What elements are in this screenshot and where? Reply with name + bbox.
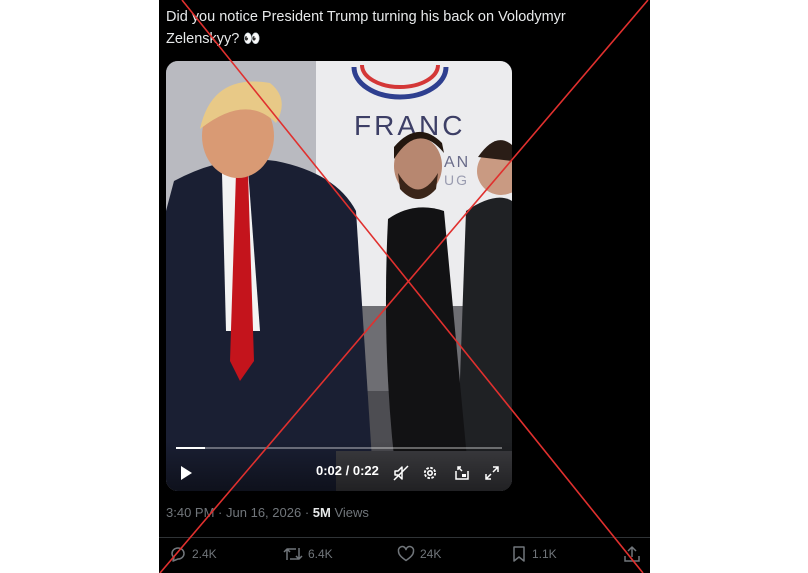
bookmark-count: 1.1K — [532, 547, 557, 561]
divider — [159, 537, 650, 538]
backdrop-text-3: UG — [444, 172, 469, 188]
post-time[interactable]: 3:40 PM — [166, 505, 214, 520]
views-label: Views — [334, 505, 369, 520]
mute-button[interactable] — [391, 463, 411, 483]
settings-button[interactable] — [420, 463, 440, 483]
eyes-emoji: 👀 — [243, 31, 261, 47]
picture-in-picture-icon — [455, 466, 469, 480]
views-count: 5M — [312, 505, 331, 520]
video-player[interactable]: FRANC AN UG 0:02 / 0:22 — [166, 61, 512, 491]
share-button[interactable] — [623, 545, 646, 563]
video-progress-bar[interactable] — [176, 447, 502, 449]
share-icon — [624, 546, 640, 562]
play-button[interactable] — [176, 463, 196, 483]
backdrop-text-2: AN — [444, 154, 470, 171]
like-count: 24K — [420, 547, 442, 561]
play-icon — [181, 466, 192, 480]
bookmark-icon — [513, 546, 525, 562]
post-date[interactable]: Jun 16, 2026 — [226, 505, 301, 520]
reply-count: 2.4K — [192, 547, 217, 561]
pip-button[interactable] — [452, 463, 472, 483]
fullscreen-button[interactable] — [482, 463, 502, 483]
post-text: Did you notice President Trump turning h… — [166, 6, 636, 50]
video-frame: FRANC AN UG — [166, 61, 512, 491]
muted-speaker-icon — [393, 465, 409, 481]
post-container: Did you notice President Trump turning h… — [159, 0, 650, 573]
reply-icon — [171, 547, 185, 562]
gear-icon — [423, 466, 437, 480]
meta-separator-2: · — [304, 505, 310, 520]
heart-icon — [397, 545, 415, 562]
post-body: Did you notice President Trump turning h… — [166, 9, 566, 47]
video-progress-fill — [176, 447, 206, 449]
repost-button[interactable]: 6.4K — [283, 545, 333, 563]
post-meta: 3:40 PM · Jun 16, 2026 · 5M Views — [166, 505, 369, 520]
repost-icon — [283, 548, 303, 560]
bookmark-button[interactable]: 1.1K — [511, 545, 557, 563]
like-button[interactable]: 24K — [397, 545, 441, 563]
video-time: 0:02 / 0:22 — [316, 463, 379, 478]
reply-button[interactable]: 2.4K — [169, 545, 217, 563]
meta-separator: · — [218, 505, 223, 520]
repost-count: 6.4K — [308, 547, 333, 561]
fullscreen-icon — [485, 466, 499, 480]
